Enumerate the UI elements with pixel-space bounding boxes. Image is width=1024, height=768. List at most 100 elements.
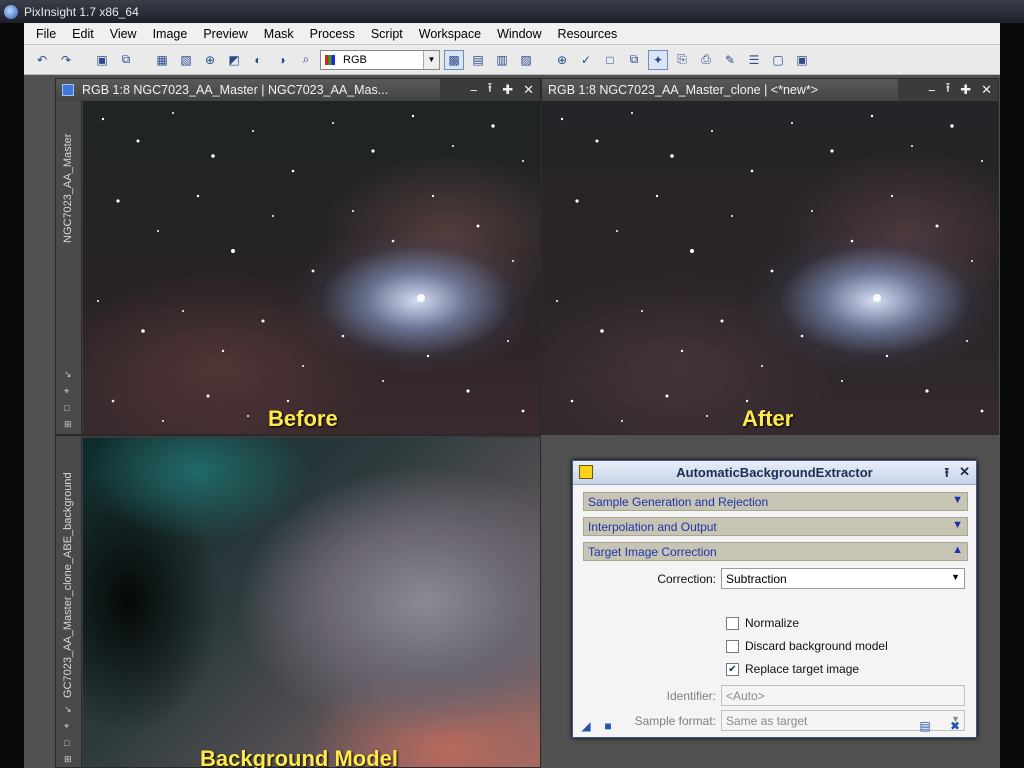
menu-preview[interactable]: Preview bbox=[195, 23, 255, 45]
stf-icon[interactable]: ◩ bbox=[224, 50, 244, 70]
checkbox-box[interactable] bbox=[726, 616, 739, 630]
section-interpolation-output[interactable]: Interpolation and Output ▼ bbox=[583, 517, 968, 536]
clone-icon[interactable]: ⧉ bbox=[116, 50, 136, 70]
fit-icon[interactable]: ↘ bbox=[64, 704, 72, 715]
undo-icon[interactable]: ↶ bbox=[32, 50, 52, 70]
display-channel-icon[interactable]: ▩ bbox=[444, 49, 464, 70]
image-window-after[interactable]: RGB 1:8 NGC7023_AA_Master_clone | <*new*… bbox=[541, 78, 999, 435]
apply-icon[interactable]: ■ bbox=[601, 719, 615, 733]
add-preview-icon[interactable]: ⊕ bbox=[200, 50, 220, 70]
menu-file[interactable]: File bbox=[28, 23, 64, 45]
zoom-fit-icon[interactable]: ⌖ bbox=[64, 386, 72, 397]
colorspace-select[interactable]: RGB ▼ bbox=[320, 49, 440, 70]
lock-icon[interactable]: □ bbox=[64, 738, 72, 748]
redo-icon[interactable]: ↷ bbox=[56, 50, 76, 70]
checkmark-icon[interactable]: ✔ bbox=[726, 662, 739, 676]
close-icon[interactable]: ✕ bbox=[523, 82, 534, 98]
discard-label: Discard background model bbox=[745, 639, 888, 653]
close-icon[interactable]: ✕ bbox=[959, 464, 970, 486]
image-window-background[interactable]: GC7023_AA_Master_clone_ABE_background ↘ … bbox=[55, 435, 541, 768]
caption-before: Before bbox=[268, 406, 338, 431]
view-explorer-icon[interactable]: ▢ bbox=[768, 50, 788, 70]
expand-down-icon[interactable]: ▼ bbox=[952, 494, 963, 506]
minimize-icon[interactable]: − bbox=[928, 83, 936, 98]
chevron-down-icon[interactable]: ▼ bbox=[423, 50, 439, 69]
checkbox-box[interactable] bbox=[726, 639, 739, 653]
view-side-tab[interactable]: NGC7023_AA_Master ↘ ⌖ □ ⊞ bbox=[56, 101, 82, 434]
app-titlebar: PixInsight 1.7 x86_64 bbox=[0, 0, 1024, 23]
menu-window[interactable]: Window bbox=[489, 23, 549, 45]
new-preview-icon[interactable]: ▦ bbox=[152, 50, 172, 70]
collapse-up-icon[interactable]: ▲ bbox=[952, 544, 963, 556]
lock-icon[interactable]: □ bbox=[64, 403, 72, 413]
menu-process[interactable]: Process bbox=[302, 23, 363, 45]
format-explorer-icon[interactable]: ☰ bbox=[744, 50, 764, 70]
abe-dialog[interactable]: AutomaticBackgroundExtractor ⭱ ✕ Sample … bbox=[572, 460, 977, 738]
mask-show-icon[interactable]: ⊕ bbox=[552, 50, 572, 70]
channel-b-icon[interactable]: ▨ bbox=[516, 50, 536, 70]
zoom-icon[interactable]: ⌕ bbox=[296, 50, 316, 70]
close-icon[interactable]: ✕ bbox=[981, 82, 992, 98]
browse-documentation-icon[interactable]: ▤ bbox=[918, 719, 932, 733]
window-controls: − ⭱ ✚ ✕ bbox=[470, 79, 534, 101]
fit-icon[interactable]: ↘ bbox=[64, 369, 72, 380]
maximize-icon[interactable]: ✚ bbox=[502, 82, 513, 98]
workspace: File Edit View Image Preview Mask Proces… bbox=[24, 23, 1000, 768]
dialog-titlebar[interactable]: AutomaticBackgroundExtractor ⭱ ✕ bbox=[573, 461, 976, 485]
mask-enable-icon[interactable]: ✓ bbox=[576, 50, 596, 70]
menu-workspace[interactable]: Workspace bbox=[411, 23, 489, 45]
expand-down-icon[interactable]: ▼ bbox=[952, 519, 963, 531]
menu-edit[interactable]: Edit bbox=[64, 23, 102, 45]
history-explorer-icon[interactable]: ⎙ bbox=[696, 50, 716, 70]
menubar: File Edit View Image Preview Mask Proces… bbox=[24, 23, 1000, 45]
invert-icon[interactable]: ◑ bbox=[272, 50, 292, 70]
reset-icon[interactable]: ✖ bbox=[948, 719, 962, 733]
expand-icon[interactable]: ⊞ bbox=[64, 419, 72, 430]
menu-view[interactable]: View bbox=[102, 23, 145, 45]
maximize-icon[interactable]: ✚ bbox=[960, 82, 971, 98]
background-model-image bbox=[83, 438, 540, 767]
identifier-icon[interactable]: ▣ bbox=[92, 50, 112, 70]
shade-icon[interactable]: ⭱ bbox=[945, 464, 950, 486]
readout-icon[interactable]: ✦ bbox=[648, 49, 668, 70]
nebula-image-before bbox=[83, 101, 540, 434]
window-titlebar[interactable]: RGB 1:8 NGC7023_AA_Master_clone | <*new*… bbox=[542, 79, 898, 101]
image-window-before[interactable]: RGB 1:8 NGC7023_AA_Master | NGC7023_AA_M… bbox=[55, 78, 541, 435]
identifier-placeholder: <Auto> bbox=[726, 688, 765, 703]
identifier-input[interactable]: <Auto> bbox=[721, 685, 965, 706]
zoom-fit-icon[interactable]: ⌖ bbox=[64, 721, 72, 732]
process-explorer-icon[interactable]: ⎘ bbox=[672, 50, 692, 70]
menu-script[interactable]: Script bbox=[363, 23, 411, 45]
menu-resources[interactable]: Resources bbox=[550, 23, 626, 45]
channel-r-icon[interactable]: ▤ bbox=[468, 50, 488, 70]
new-instance-icon[interactable]: ◢ bbox=[579, 719, 593, 733]
mask-icon[interactable]: ◐ bbox=[248, 50, 268, 70]
view-side-tab[interactable]: GC7023_AA_Master_clone_ABE_background ↘ … bbox=[56, 436, 82, 767]
section-target-correction[interactable]: Target Image Correction ▲ bbox=[583, 542, 968, 561]
mask-remove-icon[interactable]: ⧉ bbox=[624, 50, 644, 70]
menu-image[interactable]: Image bbox=[145, 23, 196, 45]
side-tools: ↘ ⌖ □ ⊞ bbox=[64, 704, 72, 765]
mask-invert-icon[interactable]: □ bbox=[600, 50, 620, 70]
preview-mode-icon[interactable]: ▧ bbox=[176, 50, 196, 70]
script-editor-icon[interactable]: ✎ bbox=[720, 50, 740, 70]
menu-mask[interactable]: Mask bbox=[256, 23, 302, 45]
window-titlebar[interactable]: RGB 1:8 NGC7023_AA_Master | NGC7023_AA_M… bbox=[56, 79, 440, 101]
minimize-icon[interactable]: − bbox=[470, 83, 478, 98]
section-sample-generation[interactable]: Sample Generation and Rejection ▼ bbox=[583, 492, 968, 511]
colorspace-select-value: RGB bbox=[343, 53, 367, 66]
chevron-down-icon[interactable]: ▼ bbox=[951, 572, 960, 582]
discard-checkbox[interactable]: Discard background model bbox=[726, 639, 888, 653]
correction-select[interactable]: Subtraction ▼ bbox=[721, 568, 965, 589]
shade-icon[interactable]: ⭱ bbox=[946, 79, 951, 101]
file-explorer-icon[interactable]: ▣ bbox=[792, 50, 812, 70]
rgb-swatch-icon bbox=[325, 54, 335, 65]
pixinsight-logo-icon bbox=[4, 4, 18, 19]
expand-icon[interactable]: ⊞ bbox=[64, 754, 72, 765]
correction-value: Subtraction bbox=[726, 571, 787, 586]
shade-icon[interactable]: ⭱ bbox=[488, 79, 493, 101]
channel-g-icon[interactable]: ▥ bbox=[492, 50, 512, 70]
replace-checkbox[interactable]: ✔ Replace target image bbox=[726, 662, 859, 676]
app-title: PixInsight 1.7 x86_64 bbox=[24, 4, 139, 19]
normalize-checkbox[interactable]: Normalize bbox=[726, 616, 799, 630]
